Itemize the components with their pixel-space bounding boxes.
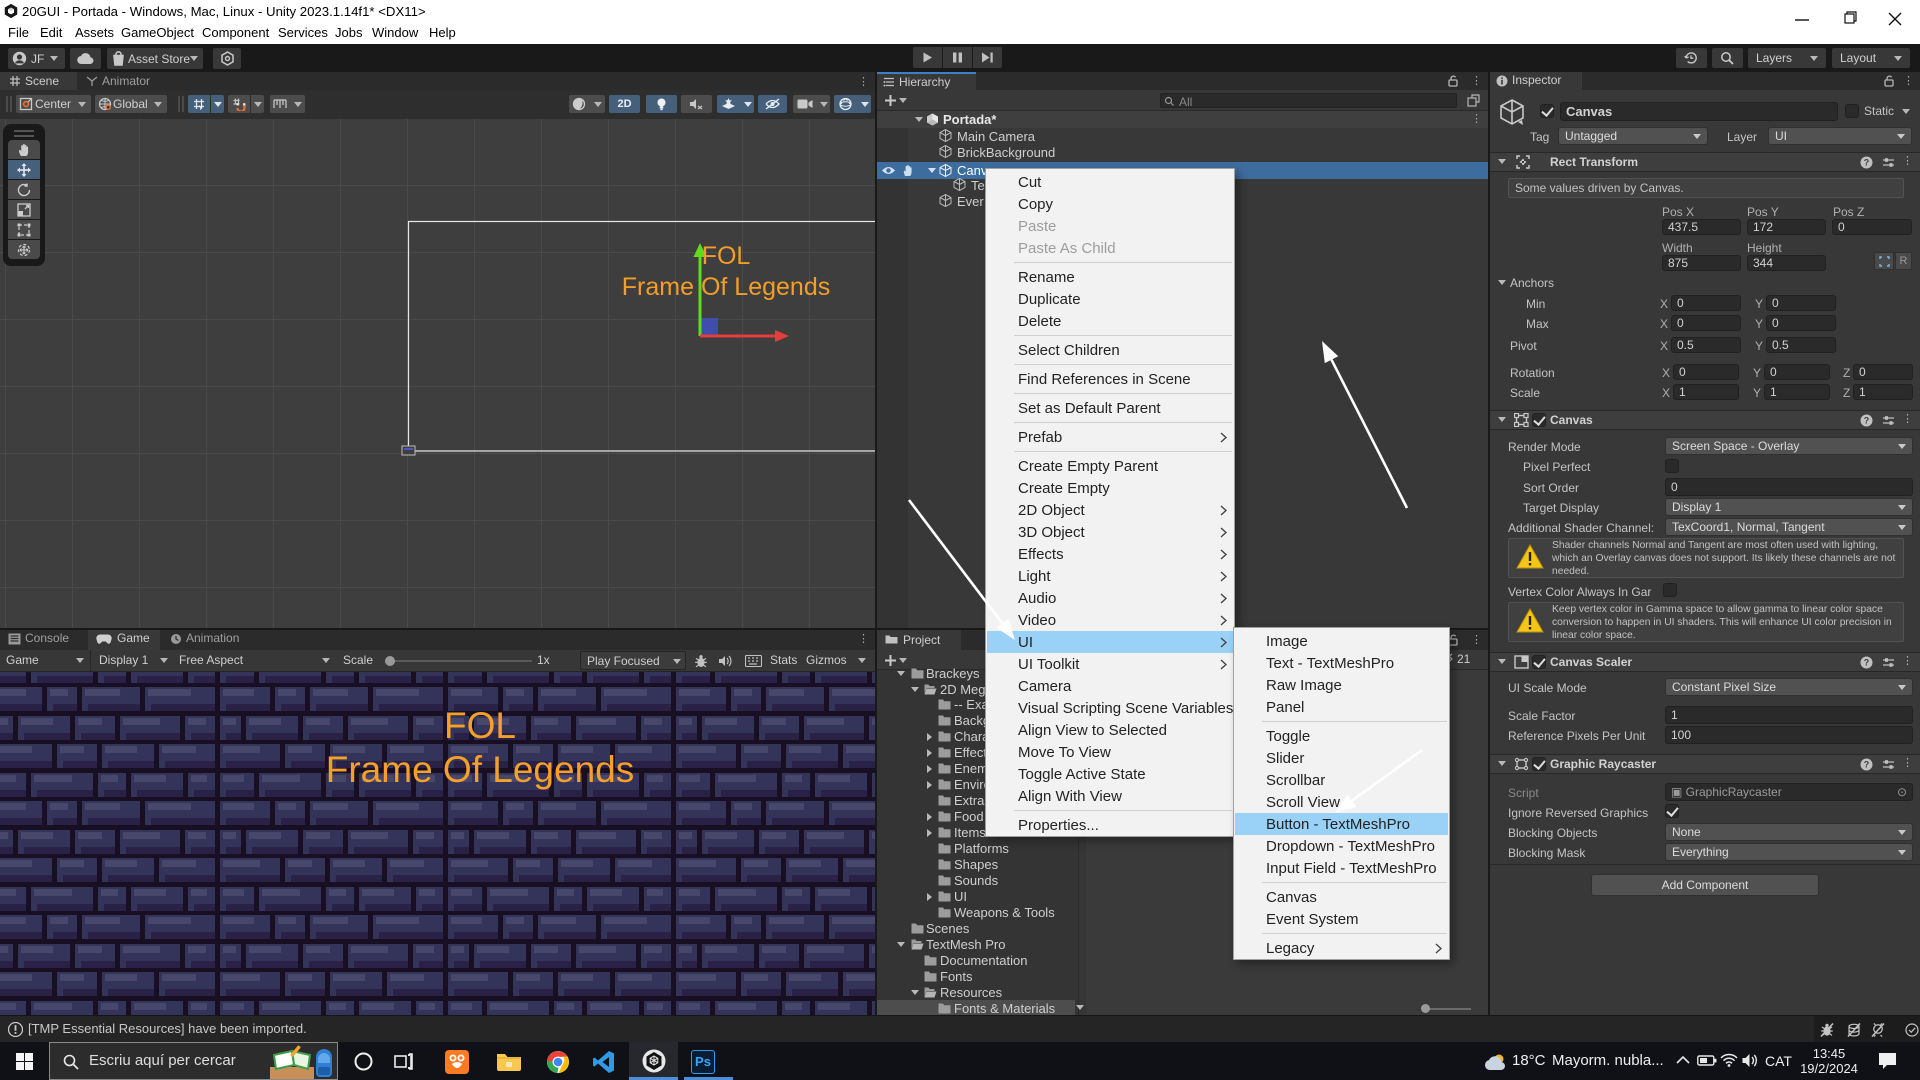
svg-text:Y: Y [199,105,204,111]
svg-text:?: ? [1864,760,1870,770]
svg-text:?: ? [1864,658,1870,668]
svg-text:Frame Of Legends: Frame Of Legends [326,749,634,790]
svg-text:Frame Of Legends: Frame Of Legends [622,273,830,301]
svg-text:FOL: FOL [444,705,516,746]
svg-text:?: ? [1864,158,1870,168]
svg-text:FOL: FOL [702,242,751,270]
svg-text:?: ? [1864,416,1870,426]
